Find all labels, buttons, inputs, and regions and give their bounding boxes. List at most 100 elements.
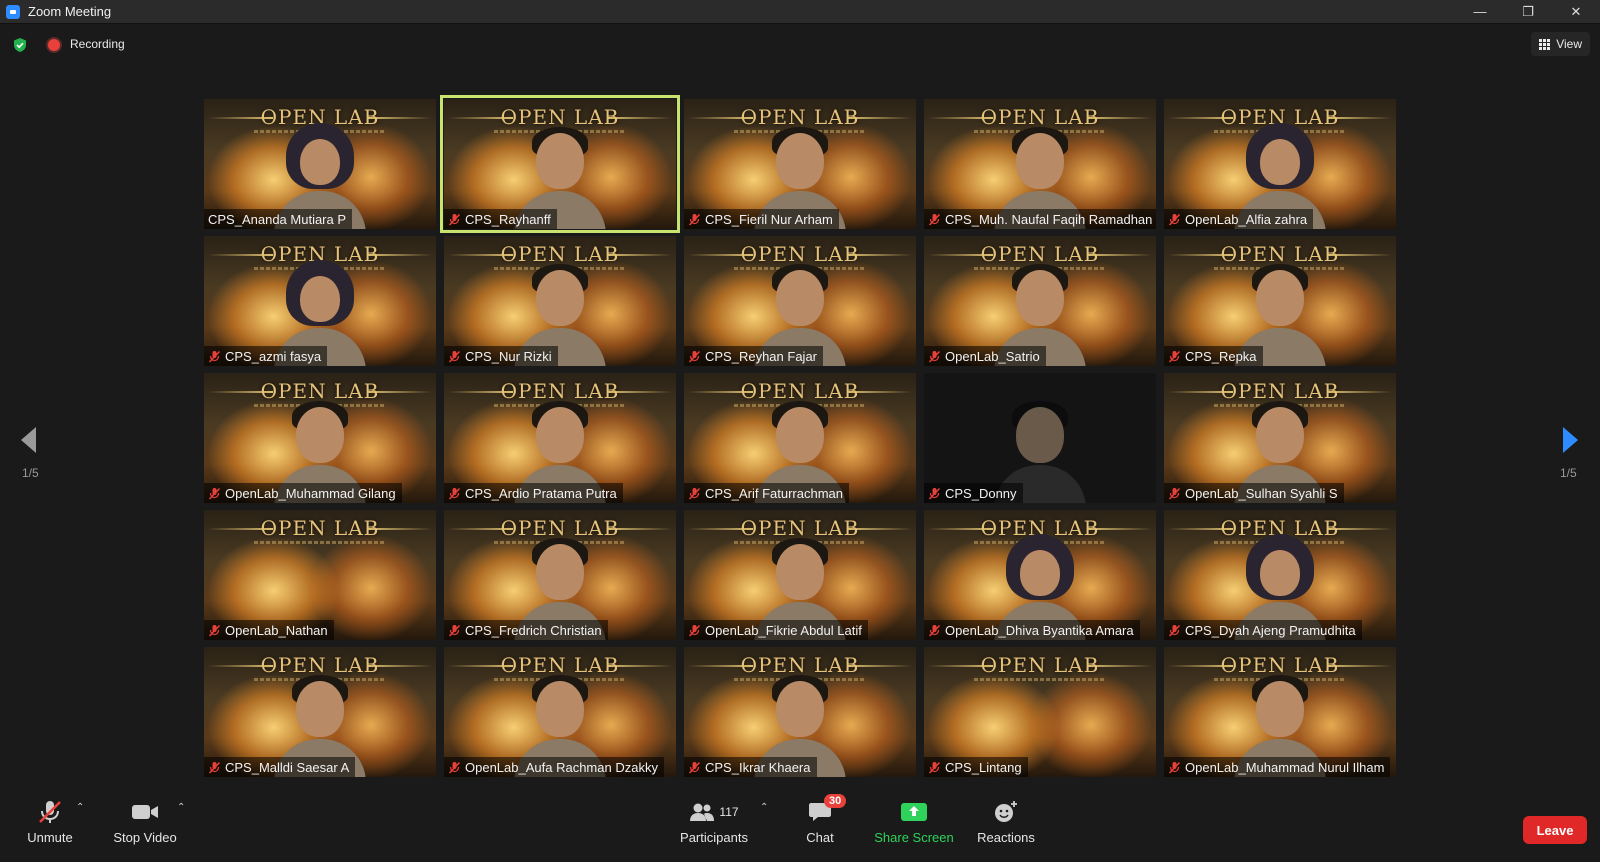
participant-name: CPS_Rayhanff bbox=[465, 211, 551, 227]
participant-name: CPS_Donny bbox=[945, 485, 1017, 501]
participant-name: CPS_Ardio Pratama Putra bbox=[465, 485, 617, 501]
participant-name: OpenLab_Satrio bbox=[945, 348, 1040, 364]
recording-label: Recording bbox=[70, 37, 125, 51]
participant-name-bar: CPS_Ikrar Khaera bbox=[684, 757, 817, 777]
participant-name-bar: CPS_Rayhanff bbox=[444, 209, 557, 229]
participant-name-bar: OpenLab_Fikrie Abdul Latif bbox=[684, 620, 868, 640]
reactions-smiley-icon bbox=[993, 796, 1019, 828]
participant-name-bar: CPS_Dyah Ajeng Pramudhita bbox=[1164, 620, 1362, 640]
grid-icon bbox=[1539, 38, 1551, 50]
participant-tile[interactable]: OPEN LAB OpenLab_Nathan bbox=[204, 510, 436, 640]
minimize-icon[interactable]: — bbox=[1456, 0, 1504, 24]
participant-tile[interactable]: OPEN LAB CPS_Ananda Mutiara P bbox=[204, 99, 436, 229]
participant-tile[interactable]: OPEN LAB CPS_Ardio Pratama Putra bbox=[444, 373, 676, 503]
participant-tile[interactable]: OPEN LAB CPS_azmi fasya bbox=[204, 236, 436, 366]
participant-tile[interactable]: OPEN LAB CPS_Rayhanff bbox=[440, 95, 680, 233]
participant-name-bar: CPS_Fieril Nur Arham bbox=[684, 209, 839, 229]
shield-icon[interactable] bbox=[12, 37, 28, 53]
title-bar: Zoom Meeting — ❐ ✕ bbox=[0, 0, 1600, 24]
participant-tile[interactable]: OPEN LAB OpenLab_Fikrie Abdul Latif bbox=[684, 510, 916, 640]
participant-name-bar: CPS_Muh. Naufal Faqih Ramadhan bbox=[924, 209, 1156, 229]
participant-name: OpenLab_Sulhan Syahli S bbox=[1185, 485, 1338, 501]
participant-name-bar: CPS_azmi fasya bbox=[204, 346, 328, 366]
microphone-muted-icon bbox=[208, 761, 221, 774]
share-screen-icon bbox=[900, 796, 928, 828]
participant-name-bar: OpenLab_Dhiva Byantika Amara bbox=[924, 620, 1140, 640]
chat-icon: 30 bbox=[808, 794, 847, 828]
participant-tile[interactable]: OPEN LAB CPS_Malldi Saesar A bbox=[204, 647, 436, 777]
participant-name-bar: OpenLab_Muhammad Nurul Ilham bbox=[1164, 757, 1391, 777]
microphone-muted-icon bbox=[448, 487, 461, 500]
participant-name: OpenLab_Muhammad Gilang bbox=[225, 485, 396, 501]
recording-icon bbox=[48, 39, 60, 51]
microphone-muted-icon bbox=[688, 213, 701, 226]
leave-button[interactable]: Leave bbox=[1523, 816, 1587, 844]
microphone-muted-icon bbox=[37, 796, 63, 828]
participant-tile[interactable]: OPEN LAB OpenLab_Aufa Rachman Dzakky bbox=[444, 647, 676, 777]
microphone-muted-icon bbox=[448, 624, 461, 637]
participant-name-bar: CPS_Malldi Saesar A bbox=[204, 757, 356, 777]
participant-name: CPS_Ikrar Khaera bbox=[705, 759, 811, 775]
video-gallery-grid: OPEN LAB CPS_Ananda Mutiara P OPEN LAB CPS_… bbox=[204, 95, 1396, 783]
stop-video-button[interactable]: Stop Video bbox=[110, 796, 180, 845]
participant-tile[interactable]: OPEN LAB CPS_Arif Faturrachman bbox=[684, 373, 916, 503]
participant-tile[interactable]: OPEN LAB CPS_Muh. Naufal Faqih Ramadhan bbox=[924, 99, 1156, 229]
participant-name-bar: OpenLab_Muhammad Gilang bbox=[204, 483, 402, 503]
microphone-muted-icon bbox=[688, 624, 701, 637]
participant-tile[interactable]: OPEN LAB CPS_Fieril Nur Arham bbox=[684, 99, 916, 229]
participant-tile[interactable]: OPEN LAB OpenLab_Satrio bbox=[924, 236, 1156, 366]
video-options-caret-icon[interactable]: ⌃ bbox=[177, 802, 185, 813]
previous-page-icon[interactable] bbox=[18, 425, 38, 455]
participants-options-caret-icon[interactable]: ⌃ bbox=[760, 802, 768, 813]
participant-name: CPS_Repka bbox=[1185, 348, 1257, 364]
microphone-muted-icon bbox=[928, 350, 941, 363]
participant-name: OpenLab_Nathan bbox=[225, 622, 328, 638]
open-lab-banner: OPEN LAB bbox=[204, 516, 436, 540]
chat-button[interactable]: 30 Chat bbox=[800, 794, 847, 845]
meeting-toolbar: Unmute ⌃ Stop Video ⌃ 117 Participants ⌃ bbox=[0, 794, 1600, 862]
reactions-button[interactable]: Reactions bbox=[975, 796, 1037, 845]
next-page-icon[interactable] bbox=[1561, 425, 1581, 455]
participant-tile[interactable]: OPEN LAB CPS_Fredrich Christian bbox=[444, 510, 676, 640]
participant-name-bar: CPS_Reyhan Fajar bbox=[684, 346, 823, 366]
participants-button[interactable]: 117 Participants bbox=[674, 796, 754, 845]
banner-text: OPEN LAB bbox=[980, 653, 1100, 677]
participant-tile[interactable]: OPEN LAB OpenLab_Sulhan Syahli S bbox=[1164, 373, 1396, 503]
banner-subtitle-line bbox=[254, 541, 386, 544]
window-controls: — ❐ ✕ bbox=[1456, 0, 1600, 24]
participant-tile[interactable]: OPEN LAB OpenLab_Alfia zahra bbox=[1164, 99, 1396, 229]
close-icon[interactable]: ✕ bbox=[1552, 0, 1600, 24]
participant-tile[interactable]: CPS_Donny bbox=[924, 373, 1156, 503]
participant-name-bar: CPS_Ardio Pratama Putra bbox=[444, 483, 623, 503]
video-camera-icon bbox=[131, 796, 159, 828]
share-screen-button[interactable]: Share Screen bbox=[873, 796, 955, 845]
participant-tile[interactable]: OPEN LAB OpenLab_Muhammad Nurul Ilham bbox=[1164, 647, 1396, 777]
participant-tile[interactable]: OPEN LAB CPS_Lintang bbox=[924, 647, 1156, 777]
participant-tile[interactable]: OPEN LAB OpenLab_Muhammad Gilang bbox=[204, 373, 436, 503]
participant-tile[interactable]: OPEN LAB OpenLab_Dhiva Byantika Amara bbox=[924, 510, 1156, 640]
microphone-muted-icon bbox=[928, 487, 941, 500]
participant-name: OpenLab_Muhammad Nurul Ilham bbox=[1185, 759, 1385, 775]
participant-tile[interactable]: OPEN LAB CPS_Ikrar Khaera bbox=[684, 647, 916, 777]
participant-tile[interactable]: OPEN LAB CPS_Repka bbox=[1164, 236, 1396, 366]
participant-name: OpenLab_Fikrie Abdul Latif bbox=[705, 622, 862, 638]
participant-name: OpenLab_Dhiva Byantika Amara bbox=[945, 622, 1134, 638]
microphone-muted-icon bbox=[928, 761, 941, 774]
microphone-muted-icon bbox=[928, 624, 941, 637]
participant-name: CPS_azmi fasya bbox=[225, 348, 322, 364]
participant-name: CPS_Lintang bbox=[945, 759, 1022, 775]
participant-name-bar: CPS_Repka bbox=[1164, 346, 1263, 366]
microphone-muted-icon bbox=[448, 350, 461, 363]
banner-subtitle-line bbox=[974, 678, 1106, 681]
participant-tile[interactable]: OPEN LAB CPS_Dyah Ajeng Pramudhita bbox=[1164, 510, 1396, 640]
view-button[interactable]: View bbox=[1531, 32, 1590, 56]
participant-name-bar: CPS_Fredrich Christian bbox=[444, 620, 608, 640]
window-title: Zoom Meeting bbox=[28, 4, 112, 19]
audio-options-caret-icon[interactable]: ⌃ bbox=[76, 802, 84, 813]
participant-tile[interactable]: OPEN LAB CPS_Reyhan Fajar bbox=[684, 236, 916, 366]
restore-icon[interactable]: ❐ bbox=[1504, 0, 1552, 24]
participant-tile[interactable]: OPEN LAB CPS_Nur Rizki bbox=[444, 236, 676, 366]
banner-text: OPEN LAB bbox=[260, 516, 380, 540]
participant-name-bar: OpenLab_Alfia zahra bbox=[1164, 209, 1314, 229]
unmute-button[interactable]: Unmute bbox=[22, 796, 78, 845]
